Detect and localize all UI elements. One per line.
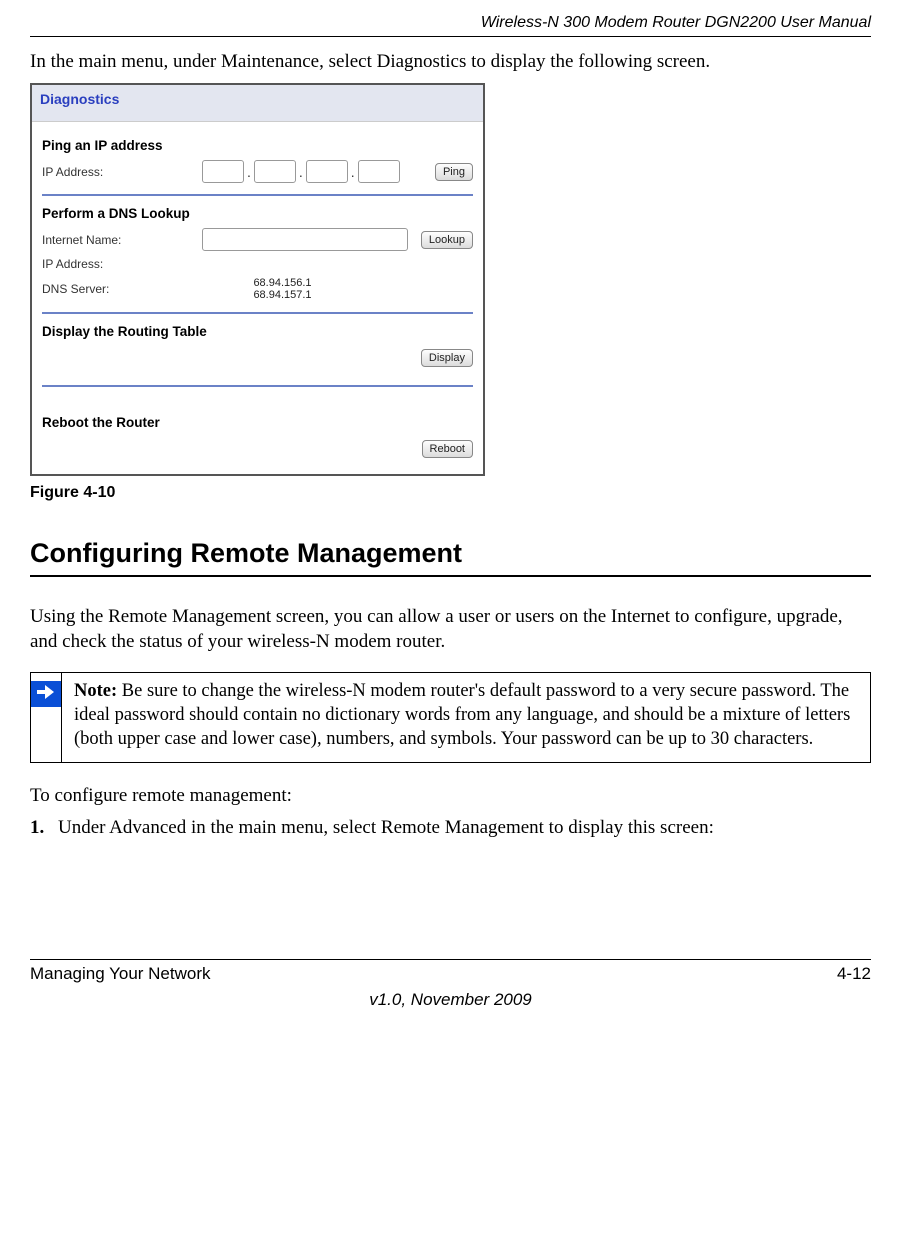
section-heading: Configuring Remote Management bbox=[30, 538, 871, 577]
lookup-button[interactable]: Lookup bbox=[421, 231, 473, 249]
footer-left: Managing Your Network bbox=[30, 964, 211, 984]
ip-octet-3-input[interactable] bbox=[306, 160, 348, 183]
dns-section-title: Perform a DNS Lookup bbox=[42, 196, 473, 225]
step-1: 1. Under Advanced in the main menu, sele… bbox=[30, 807, 871, 839]
reboot-button[interactable]: Reboot bbox=[422, 440, 473, 458]
arrow-icon bbox=[31, 681, 61, 707]
ip-address-label: IP Address: bbox=[42, 165, 152, 179]
dns-ip-label: IP Address: bbox=[42, 257, 152, 271]
footer-version: v1.0, November 2009 bbox=[30, 984, 871, 1010]
display-button[interactable]: Display bbox=[421, 349, 473, 367]
dns-server-label: DNS Server: bbox=[42, 282, 152, 296]
internet-name-label: Internet Name: bbox=[42, 233, 152, 247]
routing-section-title: Display the Routing Table bbox=[42, 314, 473, 343]
note-label: Note: bbox=[74, 681, 117, 701]
note-body: Be sure to change the wireless-N modem r… bbox=[74, 681, 850, 749]
footer-right: 4-12 bbox=[837, 964, 871, 984]
internet-name-input[interactable] bbox=[202, 228, 408, 251]
note-box: Note: Be sure to change the wireless-N m… bbox=[30, 672, 871, 762]
ip-octet-2-input[interactable] bbox=[254, 160, 296, 183]
page-header: Wireless-N 300 Modem Router DGN2200 User… bbox=[30, 0, 871, 37]
step-number: 1. bbox=[30, 817, 58, 839]
figure-caption: Figure 4-10 bbox=[30, 476, 871, 502]
reboot-section-title: Reboot the Router bbox=[42, 405, 473, 434]
ip-octet-1-input[interactable] bbox=[202, 160, 244, 183]
diagnostics-screenshot: Diagnostics Ping an IP address IP Addres… bbox=[30, 83, 485, 476]
ping-button[interactable]: Ping bbox=[435, 163, 473, 181]
ip-octet-4-input[interactable] bbox=[358, 160, 400, 183]
ping-section-title: Ping an IP address bbox=[42, 128, 473, 157]
panel-title: Diagnostics bbox=[32, 85, 483, 122]
dns-server-values: 68.94.156.1 68.94.157.1 bbox=[152, 277, 413, 301]
intro-paragraph: In the main menu, under Maintenance, sel… bbox=[30, 37, 871, 83]
page-footer: Managing Your Network 4-12 bbox=[30, 959, 871, 984]
body-paragraph-1: Using the Remote Management screen, you … bbox=[30, 581, 871, 654]
config-intro: To configure remote management: bbox=[30, 763, 871, 807]
step-text: Under Advanced in the main menu, select … bbox=[58, 817, 714, 839]
